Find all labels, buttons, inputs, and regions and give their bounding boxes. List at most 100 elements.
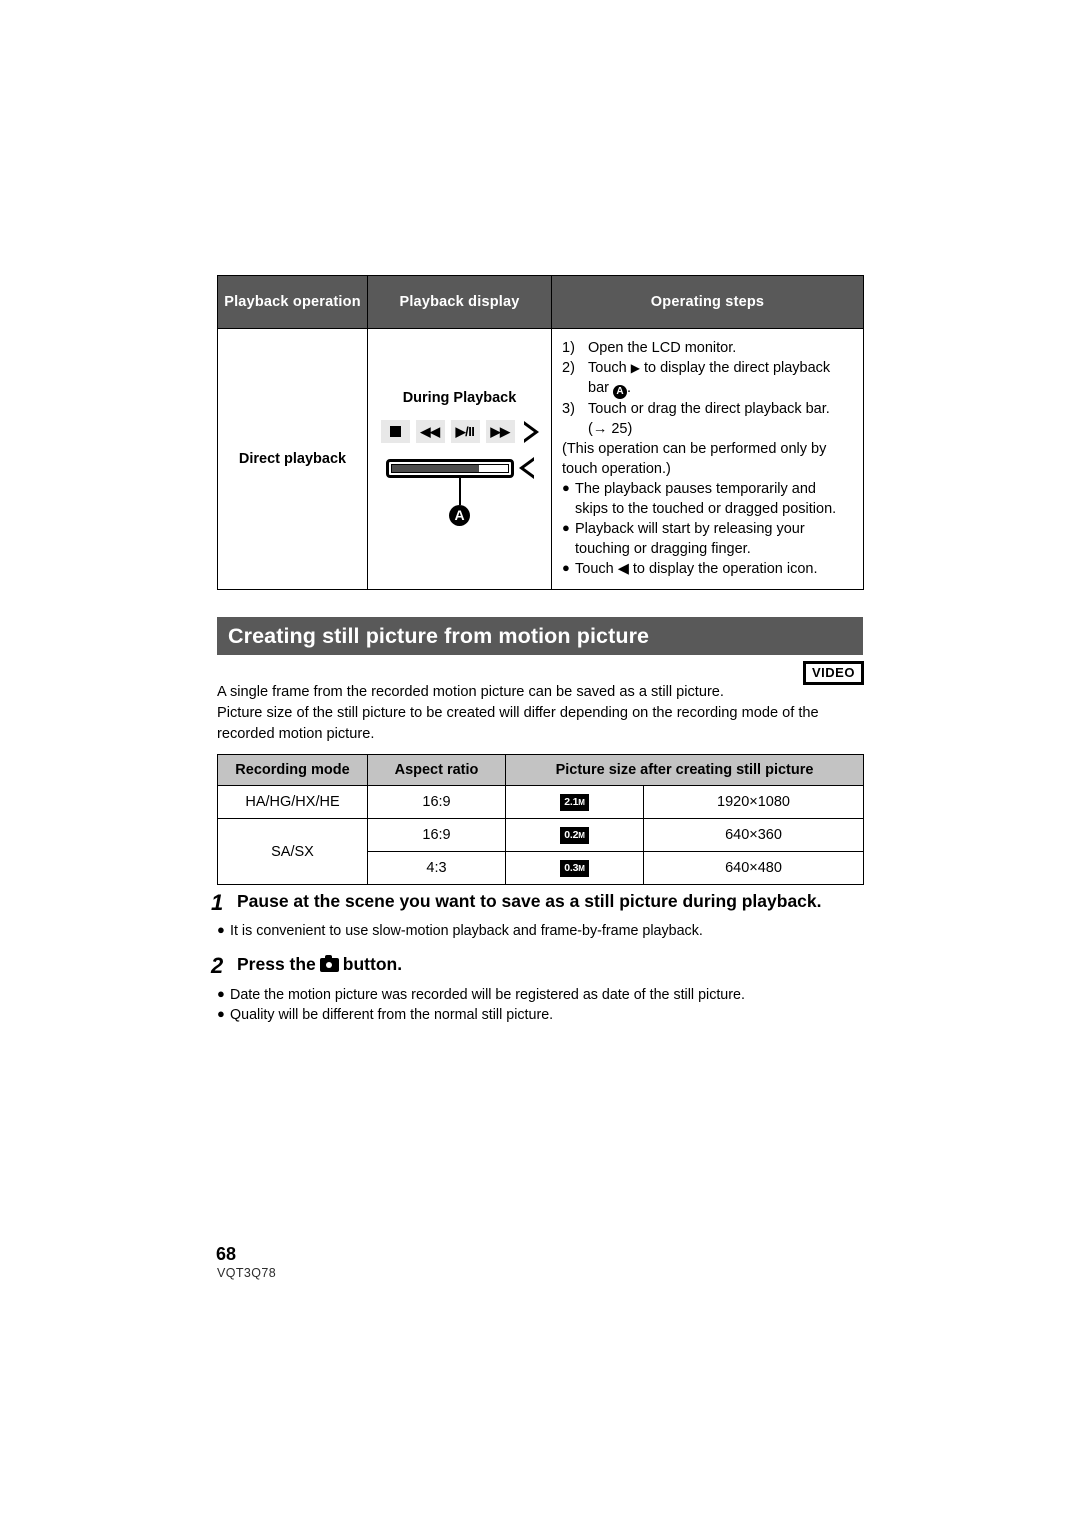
inline-callout-a-icon: A	[613, 385, 627, 399]
picture-size-badge-icon: 2.1M	[560, 794, 589, 811]
header-playback-display: Playback display	[367, 275, 552, 329]
step-2-number: 2)	[562, 360, 575, 376]
step-1-text: Open the LCD monitor.	[588, 340, 737, 356]
header-aspect-ratio: Aspect ratio	[367, 754, 506, 786]
cell-badge-0: 2.1M	[505, 785, 644, 819]
operating-step-3: 3) Touch or drag the direct playback bar…	[562, 399, 853, 439]
procedure-step-2-text-after: button.	[342, 954, 403, 975]
procedure-bullet: ● Quality will be different from the nor…	[211, 1005, 871, 1025]
table-row: Direct playback During Playback ◀◀ ▶/II …	[217, 328, 864, 590]
header-recording-mode: Recording mode	[217, 754, 368, 786]
operating-bullet-1: ● The playback pauses temporarily and sk…	[562, 479, 853, 519]
playback-operation-table: Playback operation Playback display Oper…	[217, 275, 864, 590]
bullet-dot-icon: ●	[562, 520, 570, 535]
procedure-bullet-text: Date the motion picture was recorded wil…	[230, 986, 745, 1003]
procedure-list: 1 Pause at the scene you want to save as…	[211, 890, 871, 1025]
intro-line-2: Picture size of the still picture to be …	[217, 705, 819, 743]
procedure-step-2-number: 2	[211, 953, 224, 979]
operating-bullet-1-text: The playback pauses temporarily and skip…	[575, 481, 837, 517]
cell-aspect-0: 16:9	[367, 785, 506, 819]
step-1-number: 1)	[562, 340, 575, 356]
direct-playback-bar[interactable]	[385, 458, 514, 478]
header-operating-steps: Operating steps	[551, 275, 864, 329]
procedure-bullet: ● Date the motion picture was recorded w…	[211, 985, 871, 1005]
step-2-text: Touch to display the direct playback bar…	[588, 358, 853, 399]
operating-bullet-3-text: Touch ◀ to display the operation icon.	[575, 561, 818, 577]
camera-button-icon	[319, 955, 339, 973]
document-code: VQT3Q78	[217, 1266, 277, 1280]
play-pause-icon[interactable]: ▶/II	[450, 420, 480, 443]
badge-unit: M	[578, 831, 585, 841]
cell-mode-ha-hg-hx-he: HA/HG/HX/HE	[217, 785, 368, 819]
cell-badge-2: 0.3M	[505, 851, 644, 885]
procedure-bullet-text: Quality will be different from the norma…	[230, 1006, 554, 1023]
procedure-step-1: 1 Pause at the scene you want to save as…	[211, 890, 871, 916]
rewind-icon[interactable]: ◀◀	[415, 420, 445, 443]
playback-bar-fill	[391, 464, 479, 472]
step-2-text-a: Touch	[588, 360, 631, 376]
playback-control-icons: ◀◀ ▶/II ▶▶	[368, 420, 551, 443]
operating-step-1: 1) Open the LCD monitor.	[562, 338, 853, 358]
procedure-step-1-bullets: ● It is convenient to use slow-motion pl…	[211, 921, 871, 941]
callout-a-group: A	[368, 478, 551, 526]
step-3-number: 3)	[562, 401, 575, 417]
step-2-text-c: .	[627, 380, 632, 396]
operating-steps-note: (This operation can be performed only by…	[562, 441, 827, 477]
recording-mode-table: Recording mode Aspect ratio Picture size…	[217, 754, 864, 885]
table-row: HA/HG/HX/HE 16:9 2.1M 1920×1080	[217, 785, 864, 819]
stop-icon[interactable]	[380, 420, 410, 443]
cell-aspect-1: 16:9	[367, 818, 506, 852]
collapse-left-arrow-icon[interactable]	[518, 457, 535, 479]
procedure-bullet-text: It is convenient to use slow-motion play…	[230, 923, 703, 940]
direct-playback-bar-row	[368, 457, 551, 479]
picture-size-badge-icon: 0.2M	[560, 827, 589, 844]
header-playback-operation: Playback operation	[217, 275, 368, 329]
section-heading: Creating still picture from motion pictu…	[217, 617, 863, 655]
right-triangle-icon	[631, 360, 640, 376]
expand-right-arrow-icon[interactable]	[522, 420, 539, 443]
badge-unit: M	[578, 798, 585, 808]
bullet-dot-icon: ●	[562, 480, 570, 495]
badge-unit: M	[578, 864, 585, 874]
procedure-step-2: 2 Press the button.	[211, 953, 871, 979]
procedure-step-2-text-before: Press the	[237, 954, 316, 975]
cell-operating-steps: 1) Open the LCD monitor. 2) Touch to dis…	[551, 328, 864, 590]
table-header-row: Playback operation Playback display Oper…	[217, 275, 864, 329]
recmode-header-row: Recording mode Aspect ratio Picture size…	[217, 754, 864, 786]
procedure-step-1-number: 1	[211, 890, 224, 915]
badge-value: 0.3	[564, 862, 579, 875]
cell-size-2: 640×480	[643, 851, 864, 885]
cell-direct-playback: Direct playback	[217, 328, 368, 590]
cell-playback-display: During Playback ◀◀ ▶/II ▶▶ A	[367, 328, 552, 590]
intro-line-1: A single frame from the recorded motion …	[217, 684, 724, 700]
operating-bullet-3: ● Touch ◀ to display the operation icon.	[562, 559, 853, 579]
cell-badge-1: 0.2M	[505, 818, 644, 852]
badge-value: 0.2	[564, 829, 579, 842]
document-page: Playback operation Playback display Oper…	[0, 0, 1080, 1526]
procedure-step-1-text: Pause at the scene you want to save as a…	[237, 891, 822, 911]
operating-bullet-2-text: Playback will start by releasing your to…	[575, 521, 805, 557]
during-playback-label: During Playback	[402, 390, 517, 406]
procedure-step-2-text: Press the button.	[237, 953, 871, 975]
bullet-dot-icon: ●	[217, 985, 225, 1001]
cell-mode-sa-sx: SA/SX	[217, 818, 368, 885]
cell-aspect-2: 4:3	[367, 851, 506, 885]
table-row: SA/SX 16:9 0.2M 640×360	[217, 818, 864, 885]
intro-paragraph: A single frame from the recorded motion …	[217, 682, 867, 745]
bullet-dot-icon: ●	[562, 560, 570, 575]
picture-size-badge-icon: 0.3M	[560, 860, 589, 877]
page-number: 68	[216, 1244, 237, 1264]
playback-bar-track	[390, 463, 509, 473]
cell-size-1: 640×360	[643, 818, 864, 852]
step-3-text: Touch or drag the direct playback bar. (…	[588, 401, 830, 437]
procedure-step-2-bullets: ● Date the motion picture was recorded w…	[211, 985, 871, 1025]
callout-a-marker: A	[449, 505, 470, 526]
procedure-bullet: ● It is convenient to use slow-motion pl…	[211, 921, 871, 941]
fast-forward-icon[interactable]: ▶▶	[485, 420, 515, 443]
header-picture-size: Picture size after creating still pictur…	[505, 754, 864, 786]
bullet-dot-icon: ●	[217, 922, 225, 938]
badge-value: 2.1	[564, 796, 579, 809]
callout-leader-line	[458, 478, 461, 505]
operating-step-2: 2) Touch to display the direct playback …	[562, 358, 853, 399]
cell-size-0: 1920×1080	[643, 785, 864, 819]
